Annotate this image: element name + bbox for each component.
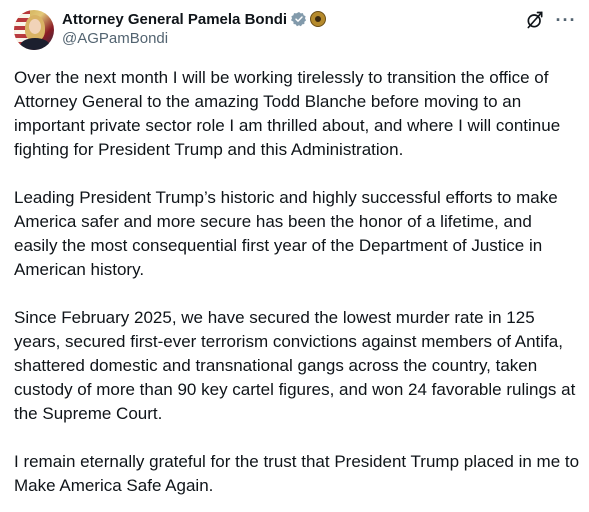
post-paragraph-3: Since February 2025, we have secured the… (14, 308, 576, 423)
post-paragraph-1: Over the next month I will be working ti… (14, 68, 561, 159)
post-paragraph-2: Leading President Trump’s historic and h… (14, 188, 558, 279)
post-paragraph-4: I remain eternally grateful for the trus… (14, 452, 580, 495)
verified-check-icon[interactable] (291, 11, 307, 27)
name-row: Attorney General Pamela Bondi (62, 9, 327, 29)
avatar-face (29, 19, 41, 34)
display-name[interactable]: Attorney General Pamela Bondi (62, 11, 287, 28)
post-text: Over the next month I will be working ti… (14, 66, 580, 498)
more-options-icon[interactable]: ··· (555, 11, 577, 29)
post-top-actions: ··· (525, 10, 577, 30)
post-header: Attorney General Pamela Bondi @AGPamBond… (62, 9, 327, 49)
username-handle[interactable]: @AGPamBondi (62, 29, 326, 49)
grok-icon[interactable] (525, 10, 545, 30)
avatar[interactable] (14, 10, 54, 50)
post-card: Attorney General Pamela Bondi @AGPamBond… (0, 0, 589, 512)
avatar-shoulders (20, 38, 50, 50)
doj-seal-icon[interactable] (310, 11, 327, 27)
